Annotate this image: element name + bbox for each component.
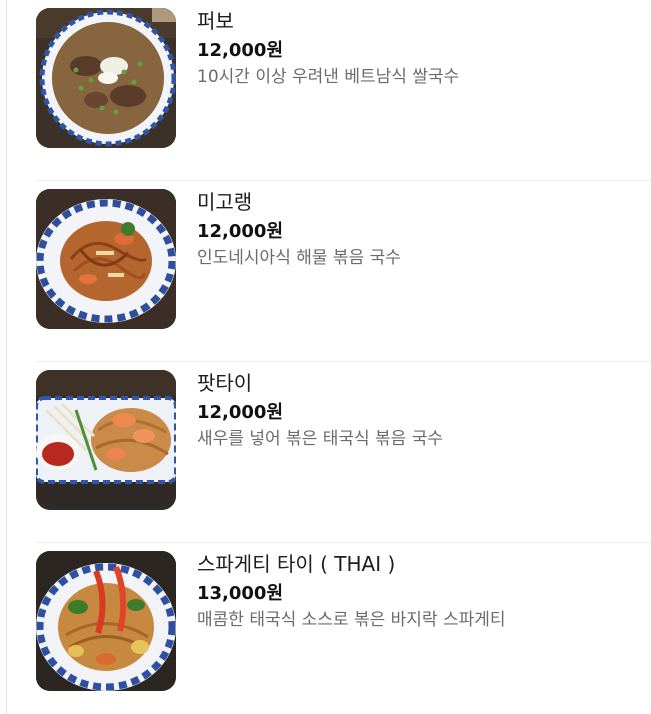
menu-item-name: 팟타이 — [197, 371, 253, 395]
menu-item-price: 13,000원 — [197, 583, 284, 604]
menu-item-description: 새우를 넣어 볶은 태국식 볶음 국수 — [197, 429, 443, 449]
menu-item-info: 팟타이 12,000원 새우를 넣어 볶은 태국식 볶음 국수 — [197, 370, 651, 450]
left-border — [6, 0, 7, 714]
menu-item-name: 미고랭 — [197, 190, 253, 214]
menu-item-pad-thai[interactable]: 팟타이 12,000원 새우를 넣어 볶은 태국식 볶음 국수 — [36, 362, 651, 543]
menu-list: 퍼보 12,000원 10시간 이상 우려낸 베트남식 쌀국수 미고랭 12,0… — [36, 0, 651, 714]
menu-item-price: 12,000원 — [197, 402, 284, 423]
menu-item-mie-goreng[interactable]: 미고랭 12,000원 인도네시아식 해물 볶음 국수 — [36, 181, 651, 362]
menu-item-name: 퍼보 — [197, 9, 234, 33]
thai-spaghetti-photo — [36, 551, 176, 691]
menu-item-pho[interactable]: 퍼보 12,000원 10시간 이상 우려낸 베트남식 쌀국수 — [36, 0, 651, 181]
pad-thai-photo — [36, 370, 176, 510]
menu-item-thai-spaghetti[interactable]: 스파게티 타이 ( THAI ) 13,000원 매콤한 태국식 소스로 볶은 … — [36, 543, 651, 714]
menu-item-price: 12,000원 — [197, 40, 284, 61]
menu-item-description: 매콤한 태국식 소스로 볶은 바지락 스파게티 — [197, 610, 506, 630]
menu-item-description: 인도네시아식 해물 볶음 국수 — [197, 248, 401, 268]
pho-noodle-soup-photo — [36, 8, 176, 148]
menu-item-name: 스파게티 타이 ( THAI ) — [197, 552, 396, 576]
menu-page: 퍼보 12,000원 10시간 이상 우려낸 베트남식 쌀국수 미고랭 12,0… — [0, 0, 651, 714]
menu-item-info: 미고랭 12,000원 인도네시아식 해물 볶음 국수 — [197, 189, 651, 269]
menu-item-info: 퍼보 12,000원 10시간 이상 우려낸 베트남식 쌀국수 — [197, 8, 651, 88]
mie-goreng-photo — [36, 189, 176, 329]
menu-item-info: 스파게티 타이 ( THAI ) 13,000원 매콤한 태국식 소스로 볶은 … — [197, 551, 651, 631]
menu-item-price: 12,000원 — [197, 221, 284, 242]
menu-item-description: 10시간 이상 우려낸 베트남식 쌀국수 — [197, 67, 460, 87]
